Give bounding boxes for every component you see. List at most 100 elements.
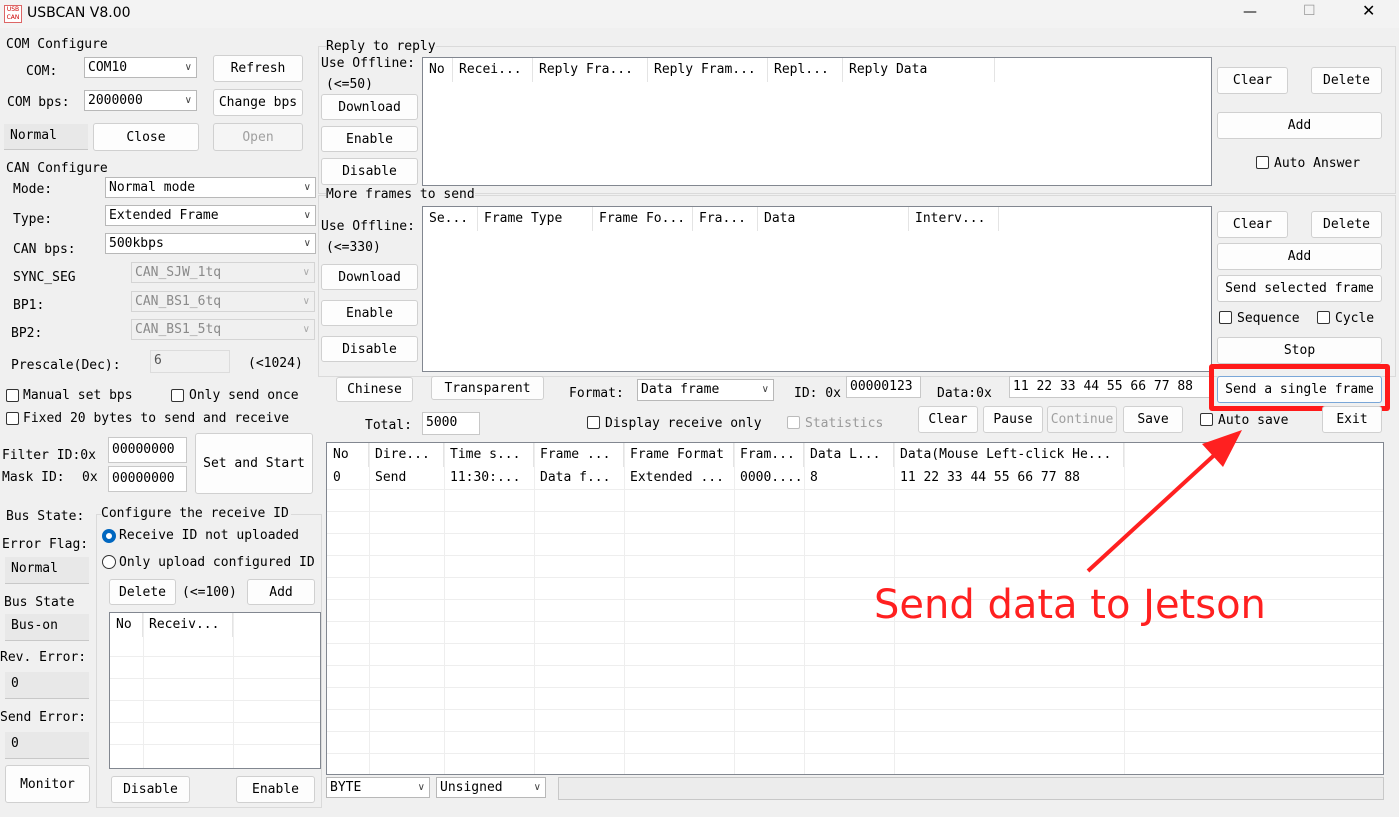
reply-list[interactable]: No Recei... Reply Fra... Reply Fram... R… [422,57,1212,186]
bp2-select[interactable]: CAN_BS1_5tq ∨ [131,319,315,340]
column-header[interactable]: Data [758,207,909,231]
data-input[interactable]: 11 22 33 44 55 66 77 88 [1009,376,1210,398]
receive-id-delete-button[interactable]: Delete [109,579,176,605]
sync-seg-select[interactable]: CAN_SJW_1tq ∨ [131,262,315,283]
column-header[interactable]: Data(Mouse Left-click He... [894,443,1124,467]
chinese-button[interactable]: Chinese [336,377,413,402]
total-label: Total: [365,418,412,433]
chevron-down-icon: ∨ [184,95,192,106]
only-upload-configured-radio[interactable] [102,555,116,569]
prescale-input[interactable]: 6 [150,350,230,373]
more-frames-enable-button[interactable]: Enable [321,300,418,326]
minimize-button[interactable]: — [1243,4,1257,20]
column-header[interactable]: Time s... [444,443,534,467]
cycle-label: Cycle [1335,311,1375,326]
error-flag-label: Error Flag: [2,537,89,552]
receive-id-add-button[interactable]: Add [247,579,315,605]
column-header[interactable]: Frame Fo... [593,207,693,231]
filter-id-label: Filter ID:0x [2,448,96,463]
can-bps-select[interactable]: 500kbps ∨ [105,233,316,254]
cycle-checkbox[interactable] [1317,311,1330,324]
maximize-button[interactable]: ☐ [1303,3,1316,19]
reply-add-button[interactable]: Add [1217,112,1382,139]
chevron-down-icon: ∨ [302,324,310,335]
mode-select[interactable]: Normal mode ∨ [105,177,316,198]
open-port-button[interactable]: Open [213,123,303,151]
exit-button[interactable]: Exit [1322,406,1382,433]
refresh-button[interactable]: Refresh [213,55,303,82]
column-header[interactable]: Receiv... [143,613,233,637]
format-select[interactable]: Data frame ∨ [637,379,774,401]
display-receive-only-label: Display receive only [605,416,762,431]
auto-answer-checkbox[interactable] [1256,156,1269,169]
sequence-checkbox[interactable] [1219,311,1232,324]
table-cell: 0000.... [740,470,803,485]
bp1-select[interactable]: CAN_BS1_6tq ∨ [131,291,315,312]
display-receive-only-checkbox[interactable] [587,416,600,429]
only-send-once-checkbox[interactable] [171,389,184,402]
statistics-checkbox[interactable] [787,416,800,429]
reply-download-button[interactable]: Download [321,94,418,120]
reply-enable-button[interactable]: Enable [321,126,418,152]
frame-type-select[interactable]: Extended Frame ∨ [105,205,316,226]
column-header[interactable]: Frame Format [624,443,734,467]
transparent-button[interactable]: Transparent [431,376,544,400]
column-header[interactable]: Frame ... [534,443,624,467]
id-input[interactable]: 00000123 [846,376,921,398]
column-header[interactable]: Interv... [909,207,999,231]
close-window-button[interactable]: ✕ [1362,3,1375,19]
stop-button[interactable]: Stop [1217,337,1382,364]
send-single-frame-button[interactable]: Send a single frame [1217,376,1382,403]
pause-button[interactable]: Pause [983,406,1043,433]
column-header[interactable]: No [327,443,369,467]
change-bps-button[interactable]: Change bps [213,89,303,116]
sign-mode-select[interactable]: Unsigned ∨ [436,777,546,798]
more-frames-add-button[interactable]: Add [1217,243,1382,270]
more-frames-list[interactable]: Se... Frame Type Frame Fo... Fra... Data… [422,206,1212,372]
chevron-down-icon: ∨ [533,782,541,793]
column-header[interactable]: Data L... [804,443,894,467]
receive-id-enable-button[interactable]: Enable [236,776,315,803]
monitor-button[interactable]: Monitor [5,765,90,803]
mask-id-input[interactable]: 00000000 [108,466,187,492]
reply-disable-button[interactable]: Disable [321,158,418,185]
column-header[interactable]: Fram... [734,443,804,467]
reply-clear-button[interactable]: Clear [1217,67,1288,94]
more-frames-delete-button[interactable]: Delete [1311,211,1382,238]
data-label: Data:0x [937,386,992,401]
manual-bps-checkbox[interactable] [6,389,19,402]
receive-id-disable-button[interactable]: Disable [111,776,190,803]
more-frames-disable-button[interactable]: Disable [321,336,418,362]
reply-delete-button[interactable]: Delete [1311,67,1382,94]
save-button[interactable]: Save [1123,406,1183,433]
column-header[interactable]: Dire... [369,443,444,467]
column-header[interactable]: No [110,613,143,637]
column-header[interactable]: Se... [423,207,478,231]
com-port-select[interactable]: COM10 ∨ [84,57,197,78]
column-header[interactable]: Repl... [768,58,843,82]
fixed-20-bytes-checkbox[interactable] [6,412,19,425]
auto-save-checkbox[interactable] [1200,413,1213,426]
column-header[interactable]: Fra... [693,207,758,231]
receive-id-list[interactable]: No Receiv... [109,612,321,769]
total-input[interactable]: 5000 [422,412,480,435]
set-and-start-button[interactable]: Set and Start [195,433,313,494]
close-port-button[interactable]: Close [93,123,199,151]
display-mode-select[interactable]: BYTE ∨ [326,777,430,798]
filter-id-input[interactable]: 00000000 [108,437,187,463]
column-header[interactable]: No [423,58,453,82]
column-header[interactable]: Reply Fra... [533,58,648,82]
column-header[interactable]: Reply Fram... [648,58,768,82]
continue-button[interactable]: Continue [1047,406,1117,433]
column-header[interactable]: Recei... [453,58,533,82]
column-header[interactable]: Frame Type [478,207,593,231]
more-frames-clear-button[interactable]: Clear [1217,211,1288,238]
log-clear-button[interactable]: Clear [918,406,978,433]
chevron-down-icon: ∨ [417,782,425,793]
chevron-down-icon: ∨ [303,238,311,249]
com-bps-select[interactable]: 2000000 ∨ [84,90,197,111]
column-header[interactable]: Reply Data [843,58,995,82]
send-selected-frame-button[interactable]: Send selected frame [1217,275,1382,302]
receive-id-not-uploaded-radio[interactable] [102,529,116,543]
more-frames-download-button[interactable]: Download [321,264,418,290]
